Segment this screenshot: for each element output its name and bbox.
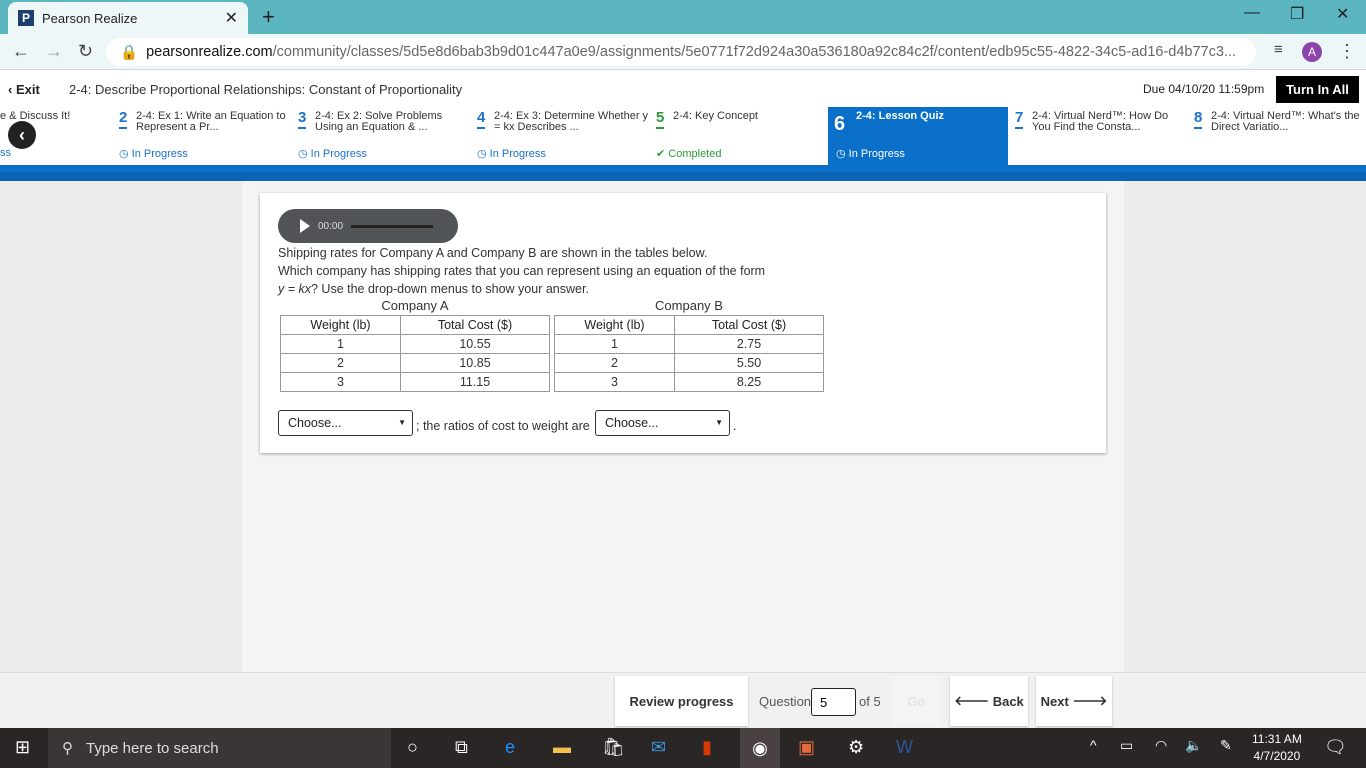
- table-row: 2 10.85: [280, 353, 550, 373]
- media-icon[interactable]: ≡: [1274, 41, 1283, 58]
- step-2[interactable]: 2 2-4: Ex 1: Write an Equation to Represe…: [119, 107, 294, 165]
- ratio-text: ; the ratios of cost to weight are: [416, 419, 590, 433]
- table-caption-a: Company A: [381, 298, 449, 313]
- table-row: 2 5.50: [554, 353, 824, 373]
- new-tab-icon[interactable]: +: [262, 4, 275, 30]
- table-caption-b: Company B: [655, 298, 723, 313]
- windows-start-icon[interactable]: ⊞: [15, 737, 30, 758]
- ratio-dropdown[interactable]: Choose...: [595, 410, 730, 436]
- step-7[interactable]: 7 2-4: Virtual Nerd™: How Do You Find the…: [1015, 107, 1190, 165]
- browser-tab-strip: P Pearson Realize ✕ + — ❐ ✕: [0, 0, 1366, 34]
- step-6-active[interactable]: 6 2-4: Lesson Quiz ◷ In Progress: [828, 107, 1008, 165]
- settings-icon[interactable]: ⚙: [848, 737, 864, 758]
- go-button[interactable]: Go: [892, 676, 940, 726]
- step-8[interactable]: 8 2-4: Virtual Nerd™: What's the Direct V…: [1194, 107, 1366, 165]
- exit-button[interactable]: ‹ Exit: [8, 82, 40, 97]
- table-row: 1 10.55: [280, 334, 550, 354]
- url-host: pearsonrealize.com: [146, 44, 273, 60]
- table-row: 3 11.15: [280, 372, 550, 392]
- lock-icon: 🔒: [120, 44, 139, 61]
- table-row: 3 8.25: [554, 372, 824, 392]
- step-3[interactable]: 3 2-4: Ex 2: Solve Problems Using an Equa…: [298, 107, 473, 165]
- wifi-icon[interactable]: ◠: [1155, 737, 1167, 754]
- back-button[interactable]: 🡐 Back: [950, 676, 1028, 726]
- question-label: Question: [759, 694, 812, 709]
- forward-arrow-icon[interactable]: →: [45, 41, 63, 62]
- browser-toolbar: ← → ↻ 🔒 pearsonrealize.com/community/cla…: [0, 34, 1366, 70]
- company-dropdown[interactable]: Choose...: [278, 410, 413, 436]
- due-date: Due 04/10/20 11:59pm: [1143, 82, 1265, 96]
- browser-tab[interactable]: P Pearson Realize ✕: [8, 2, 248, 34]
- page-title: 2-4: Describe Proportional Relationships…: [69, 82, 463, 97]
- play-icon[interactable]: [300, 219, 310, 233]
- url-path: /community/classes/5d5e8d6bab3b9d01c447a…: [272, 44, 1236, 60]
- minimize-icon[interactable]: —: [1244, 4, 1260, 22]
- question-number-input[interactable]: 5: [811, 688, 856, 716]
- notifications-icon[interactable]: 🗨: [1324, 737, 1347, 758]
- review-progress-button[interactable]: Review progress: [615, 676, 748, 726]
- taskbar-search[interactable]: ⚲ Type here to search: [48, 728, 391, 768]
- period: .: [733, 419, 737, 433]
- chrome-icon[interactable]: ◉: [740, 728, 780, 768]
- volume-icon[interactable]: 🔈: [1185, 737, 1202, 754]
- table-row: 1 2.75: [554, 334, 824, 354]
- header-divider: [0, 165, 1366, 181]
- company-a-table: Weight (lb) Total Cost ($) 1 10.55 2 10.85 …: [280, 315, 550, 392]
- step-navigation: e & Discuss It! ss 2 2-4: Ex 1: Write an E…: [0, 107, 1366, 165]
- question-text: Shipping rates for Company A and Company…: [278, 246, 766, 296]
- cortana-icon[interactable]: ○: [407, 737, 418, 758]
- step-5[interactable]: 5 2-4: Key Concept ✔ Completed: [656, 107, 826, 165]
- office-icon[interactable]: ▮: [702, 737, 712, 758]
- assignment-header: ‹ Exit 2-4: Describe Proportional Relati…: [0, 70, 1366, 107]
- company-b-table: Weight (lb) Total Cost ($) 1 2.75 2 5.50 38…: [554, 315, 824, 392]
- question-card: 00:00 Shipping rates for Company A and C…: [260, 193, 1106, 453]
- battery-icon[interactable]: ▭: [1120, 737, 1133, 754]
- question-total: of 5: [859, 694, 881, 709]
- step-4[interactable]: 4 2-4: Ex 3: Determine Whether y = kx Des…: [477, 107, 652, 165]
- pearson-favicon-icon: P: [18, 10, 34, 26]
- search-icon: ⚲: [62, 740, 73, 757]
- close-tab-icon[interactable]: ✕: [225, 8, 238, 28]
- windows-taskbar: ⊞ ⚲ Type here to search ○ ⧉ e ▬ 🛍 ✉ ▮ ◉ ▣…: [0, 728, 1366, 768]
- back-arrow-icon[interactable]: ←: [12, 41, 30, 62]
- turn-in-all-button[interactable]: Turn In All: [1276, 76, 1359, 103]
- tab-title: Pearson Realize: [42, 10, 138, 26]
- store-icon[interactable]: 🛍: [602, 737, 625, 758]
- task-view-icon[interactable]: ⧉: [455, 737, 468, 758]
- powerpoint-icon[interactable]: ▣: [798, 737, 815, 758]
- pen-icon[interactable]: ✎: [1220, 737, 1232, 754]
- reload-icon[interactable]: ↻: [78, 41, 93, 62]
- restore-icon[interactable]: ❐: [1290, 4, 1304, 24]
- word-icon[interactable]: W: [896, 737, 913, 758]
- close-window-icon[interactable]: ✕: [1336, 4, 1349, 24]
- edge-icon[interactable]: e: [505, 737, 515, 758]
- system-clock[interactable]: 11:31 AM 4/7/2020: [1252, 731, 1302, 765]
- next-button[interactable]: Next 🡒: [1036, 676, 1112, 726]
- question-footer: Review progress Question 5 of 5 Go 🡐 Bac…: [0, 672, 1366, 728]
- menu-icon[interactable]: ⋮: [1338, 41, 1356, 62]
- address-bar[interactable]: 🔒 pearsonrealize.com/community/classes/5…: [106, 38, 1256, 66]
- audio-player[interactable]: 00:00: [278, 209, 458, 243]
- audio-time: 00:00: [318, 220, 344, 232]
- avatar[interactable]: A: [1302, 42, 1322, 62]
- file-explorer-icon[interactable]: ▬: [553, 737, 571, 758]
- show-hidden-icons[interactable]: ^: [1090, 737, 1097, 753]
- mail-icon[interactable]: ✉: [651, 737, 666, 758]
- audio-progress-slider[interactable]: [351, 224, 434, 228]
- scroll-left-icon[interactable]: ‹: [8, 121, 36, 149]
